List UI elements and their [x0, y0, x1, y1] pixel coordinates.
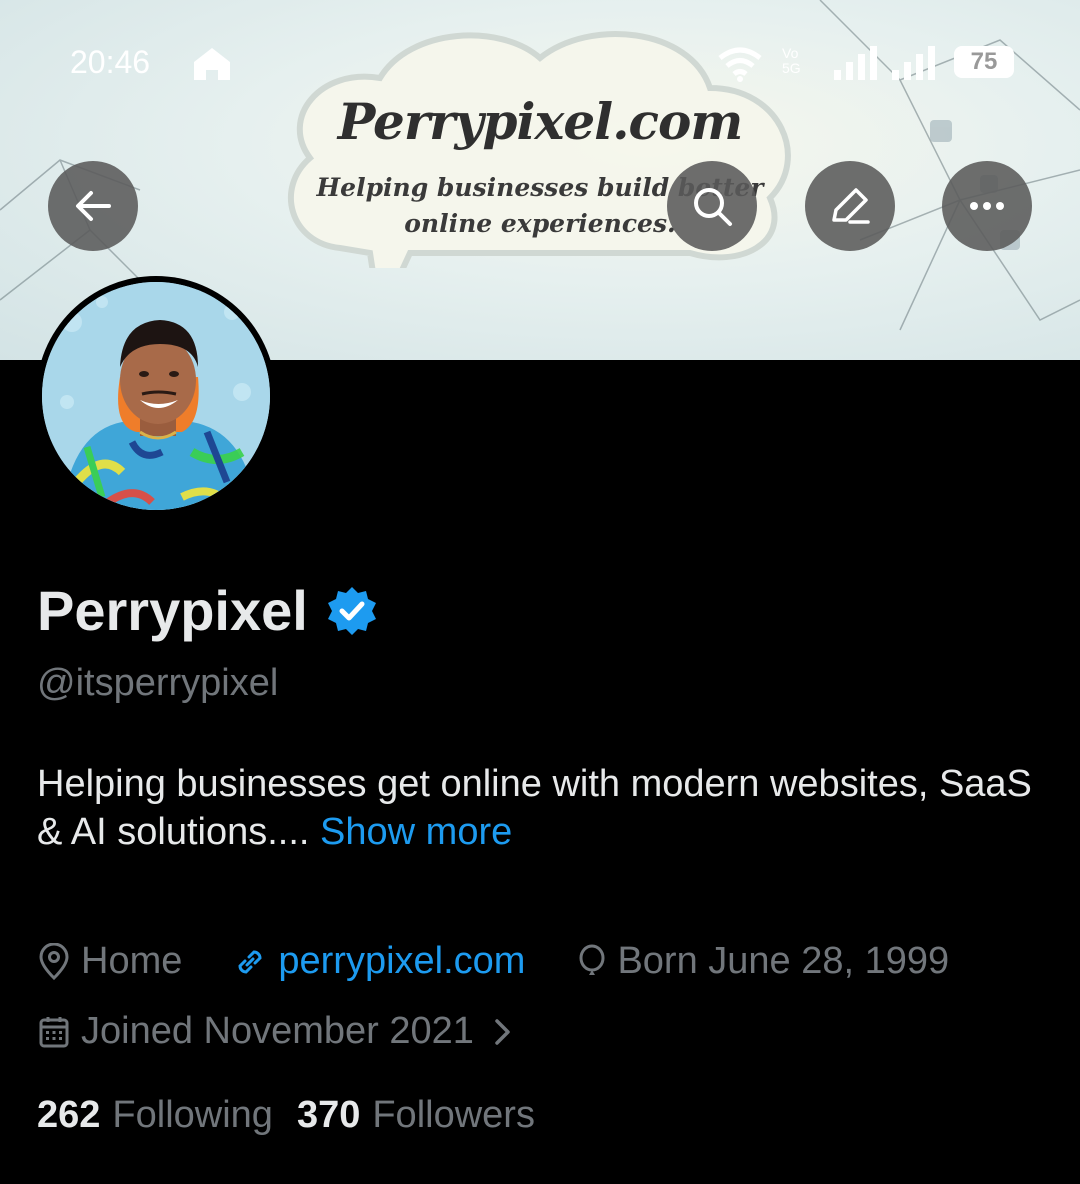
profile-meta-row: Home perrypixel.com Born June 28, 1999: [37, 940, 949, 983]
search-button[interactable]: [667, 161, 757, 251]
followers-label: Followers: [372, 1094, 535, 1136]
birthday-item: Born June 28, 1999: [577, 940, 949, 983]
more-options-button[interactable]: [942, 161, 1032, 251]
wifi-icon: [718, 47, 762, 82]
profile-name-row: Perrypixel: [37, 578, 378, 643]
status-time: 20:46: [70, 44, 151, 80]
edit-profile-button[interactable]: [805, 161, 895, 251]
followers-count: 370: [296, 1094, 361, 1136]
home-status-icon: [194, 48, 230, 80]
arrow-left-icon: [76, 191, 111, 221]
status-bar: 20:46 Vo 5G 75: [0, 40, 1080, 90]
location-text: Home: [81, 940, 183, 982]
location-pin-icon: [39, 942, 69, 980]
website-item[interactable]: perrypixel.com: [232, 940, 525, 983]
birthday-text: Born June 28, 1999: [617, 940, 950, 982]
signal-1-icon: [834, 46, 877, 80]
avatar[interactable]: [42, 282, 270, 510]
profile-bio: Helping businesses get online with moder…: [37, 760, 1037, 856]
back-button[interactable]: [48, 161, 138, 251]
search-icon: [694, 188, 732, 226]
edit-icon: [832, 188, 870, 224]
verified-badge-icon[interactable]: [326, 585, 378, 637]
more-icon: [970, 202, 1004, 210]
bio-text: Helping businesses get online with moder…: [37, 763, 1032, 853]
link-icon: [238, 949, 262, 974]
follow-stats: 262 Following 370 Followers: [37, 1094, 535, 1137]
joined-item: Joined November 2021: [37, 1010, 518, 1053]
profile-handle: @itsperrypixel: [37, 662, 279, 704]
battery-icon: 75: [954, 46, 1014, 78]
website-link[interactable]: perrypixel.com: [278, 940, 525, 983]
banner-brand-title: Perrypixel.com: [337, 92, 743, 151]
avatar-photo: [42, 282, 270, 510]
balloon-icon: [579, 944, 605, 975]
signal-2-icon: [892, 46, 935, 80]
followers-stat[interactable]: 370 Followers: [297, 1094, 535, 1137]
joined-row: Joined November 2021: [37, 1010, 518, 1053]
profile-name: Perrypixel: [37, 579, 308, 642]
calendar-icon: [39, 1016, 69, 1047]
chevron-right-icon[interactable]: [488, 1014, 518, 1050]
network-label: Vo 5G: [782, 45, 801, 76]
location-item: Home: [37, 940, 182, 983]
following-label: Following: [112, 1094, 273, 1136]
following-stat[interactable]: 262 Following: [37, 1094, 273, 1137]
show-more-link[interactable]: Show more: [320, 811, 512, 853]
following-count: 262: [37, 1094, 101, 1136]
avatar-ring[interactable]: [36, 276, 276, 516]
joined-text: Joined November 2021: [81, 1010, 474, 1052]
